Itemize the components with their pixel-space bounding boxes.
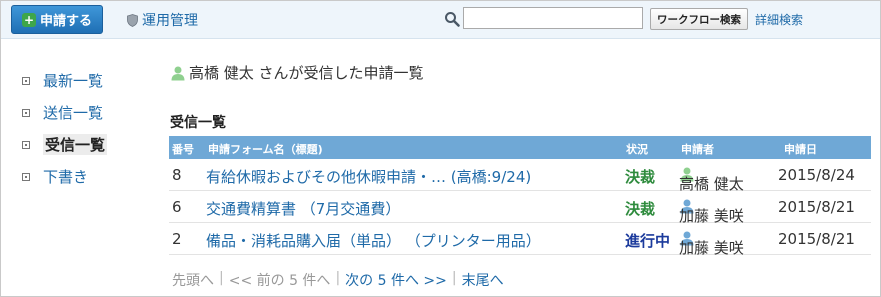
bullet-box-icon xyxy=(22,108,30,117)
bullet-box-icon xyxy=(22,140,30,149)
table-header: 番号 申請フォーム名（標題) 状況 申請者 申請日 xyxy=(169,136,871,159)
apply-button-label: 申請する xyxy=(39,14,92,29)
column-header-date: 申請日 xyxy=(784,143,817,156)
column-header-applicant: 申請者 xyxy=(681,143,714,156)
apply-button[interactable]: + 申請する xyxy=(11,5,103,34)
shield-icon xyxy=(127,13,138,27)
pager-first: 先頭へ xyxy=(172,273,214,289)
sidebar-item-drafts[interactable]: 下書き xyxy=(22,166,88,187)
pager-divider: | xyxy=(335,270,341,286)
row-number: 6 xyxy=(172,198,182,216)
row-date: 2015/8/21 xyxy=(778,230,855,248)
admin-link-label: 運用管理 xyxy=(142,13,198,29)
row-number: 2 xyxy=(172,230,182,248)
pager-divider: | xyxy=(451,270,457,286)
row-date: 2015/8/21 xyxy=(778,198,855,216)
status-badge: 決裁 xyxy=(625,200,656,218)
admin-link[interactable]: 運用管理 xyxy=(127,10,198,30)
plus-icon: + xyxy=(21,12,36,27)
table-row: 2 備品・消耗品購入届（単品） （プリンター用品） 進行中 加藤 美咲 2015… xyxy=(169,223,871,257)
section-title: 受信一覧 xyxy=(170,115,226,131)
sidebar-item-label: 下書き xyxy=(43,168,89,186)
sidebar-item-label: 最新一覧 xyxy=(43,72,104,90)
received-table: 番号 申請フォーム名（標題) 状況 申請者 申請日 8 有給休暇およびその他休暇… xyxy=(169,136,871,257)
status-badge: 決裁 xyxy=(625,168,656,186)
toolbar: + 申請する 運用管理 ワークフロー検索 詳細検索 xyxy=(1,1,880,39)
sidebar-item-sent[interactable]: 送信一覧 xyxy=(22,102,103,123)
column-header-status: 状況 xyxy=(626,143,648,156)
pager-prev: << 前の 5 件へ xyxy=(228,273,331,289)
pagination: 先頭へ | << 前の 5 件へ | 次の 5 件へ >> | 末尾へ xyxy=(172,270,504,290)
row-number: 8 xyxy=(172,166,182,184)
search-input[interactable] xyxy=(463,7,643,29)
bullet-box-icon xyxy=(22,76,30,85)
page-heading: 高橋 健太 さんが受信した申請一覧 xyxy=(170,62,424,83)
user-icon xyxy=(171,66,185,80)
row-title-link[interactable]: 有給休暇およびその他休暇申請・… (高橋:9/24) xyxy=(206,166,531,187)
sidebar-item-latest[interactable]: 最新一覧 xyxy=(22,70,103,91)
workflow-search-button[interactable]: ワークフロー検索 xyxy=(650,8,748,30)
sidebar-item-received[interactable]: 受信一覧 xyxy=(22,134,108,155)
applicant-name: 加藤 美咲 xyxy=(679,239,744,257)
applicant[interactable]: 高橋 健太 xyxy=(679,166,744,193)
search-icon xyxy=(445,12,460,27)
column-header-title: 申請フォーム名（標題) xyxy=(208,143,323,156)
advanced-search-link[interactable]: 詳細検索 xyxy=(755,11,803,28)
sidebar-item-label: 送信一覧 xyxy=(43,104,104,122)
row-title-link[interactable]: 備品・消耗品購入届（単品） （プリンター用品） xyxy=(206,230,541,251)
sidebar-item-label: 受信一覧 xyxy=(43,134,108,155)
row-date: 2015/8/24 xyxy=(778,166,855,184)
bullet-box-icon xyxy=(22,172,30,181)
page-title: 高橋 健太 さんが受信した申請一覧 xyxy=(189,64,424,82)
row-title-link[interactable]: 交通費精算書 （7月交通費） xyxy=(206,198,400,219)
applicant[interactable]: 加藤 美咲 xyxy=(679,230,744,257)
table-row: 8 有給休暇およびその他休暇申請・… (高橋:9/24) 決裁 高橋 健太 20… xyxy=(169,159,871,193)
applicant[interactable]: 加藤 美咲 xyxy=(679,198,744,225)
pager-next-link[interactable]: 次の 5 件へ >> xyxy=(345,270,447,290)
status-badge: 進行中 xyxy=(625,232,671,250)
pager-last-link[interactable]: 末尾へ xyxy=(462,270,504,290)
table-row: 6 交通費精算書 （7月交通費） 決裁 加藤 美咲 2015/8/21 xyxy=(169,191,871,225)
column-header-number: 番号 xyxy=(172,143,194,156)
pager-divider: | xyxy=(219,270,224,286)
